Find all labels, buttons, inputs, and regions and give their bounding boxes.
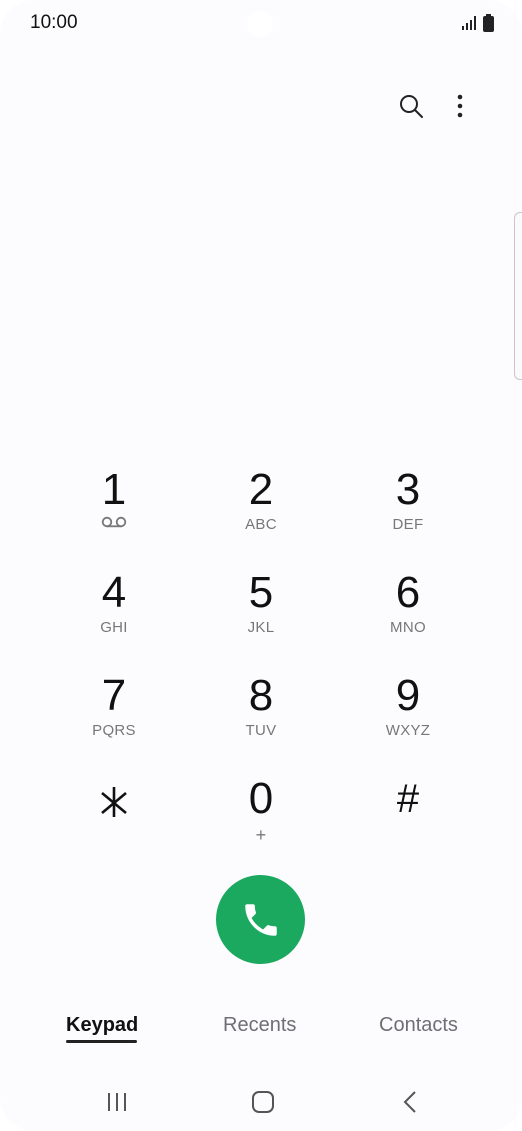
key-9[interactable]: 9 WXYZ xyxy=(348,672,468,768)
tab-keypad[interactable]: Keypad xyxy=(66,1014,138,1037)
more-vertical-icon xyxy=(457,94,463,118)
key-digit: 2 xyxy=(248,465,274,514)
asterisk-icon xyxy=(101,787,127,817)
active-tab-indicator xyxy=(66,1040,137,1043)
more-options-button[interactable] xyxy=(438,84,482,128)
search-button[interactable] xyxy=(389,84,433,128)
key-3[interactable]: 3 DEF xyxy=(348,466,468,562)
signal-icon xyxy=(462,16,476,30)
key-1[interactable]: 1 xyxy=(54,466,174,562)
home-icon xyxy=(252,1091,274,1113)
key-digit: 4 xyxy=(101,568,127,617)
key-letters: DEF xyxy=(392,516,424,533)
key-star[interactable] xyxy=(54,775,174,871)
key-letters: PQRS xyxy=(92,722,136,739)
key-digit: 7 xyxy=(101,671,127,720)
tab-recents[interactable]: Recents xyxy=(223,1014,296,1037)
key-letters: ABC xyxy=(245,516,277,533)
recent-apps-button[interactable] xyxy=(97,1088,137,1116)
home-button[interactable] xyxy=(243,1088,283,1116)
key-digit: 5 xyxy=(248,568,274,617)
key-2[interactable]: 2 ABC xyxy=(201,466,321,562)
voicemail-icon xyxy=(101,516,127,528)
key-letters: GHI xyxy=(100,619,128,636)
edge-panel-handle[interactable] xyxy=(514,212,522,380)
key-letters: JKL xyxy=(247,619,275,636)
navigation-bar xyxy=(0,1070,522,1131)
key-7[interactable]: 7 PQRS xyxy=(54,672,174,768)
tab-contacts[interactable]: Contacts xyxy=(379,1014,458,1037)
key-digit: 8 xyxy=(248,671,274,720)
key-digit: 9 xyxy=(395,671,421,720)
status-time: 10:00 xyxy=(30,12,78,33)
key-6[interactable]: 6 MNO xyxy=(348,569,468,665)
back-icon xyxy=(403,1091,416,1113)
search-icon xyxy=(400,95,423,118)
key-letters: MNO xyxy=(390,619,426,636)
key-digit: 6 xyxy=(395,568,421,617)
back-button[interactable] xyxy=(390,1088,430,1116)
top-actions xyxy=(382,84,522,128)
key-digit: # xyxy=(396,777,420,821)
key-5[interactable]: 5 JKL xyxy=(201,569,321,665)
key-letters: TUV xyxy=(245,722,277,739)
key-4[interactable]: 4 GHI xyxy=(54,569,174,665)
call-button[interactable] xyxy=(216,875,305,964)
key-letters: WXYZ xyxy=(385,722,431,739)
camera-cutout xyxy=(247,11,273,37)
key-0[interactable]: 0 + xyxy=(201,775,321,871)
key-digit: 1 xyxy=(101,465,127,514)
status-bar: 10:00 xyxy=(0,0,522,48)
phone-icon xyxy=(244,903,277,936)
key-8[interactable]: 8 TUV xyxy=(201,672,321,768)
battery-icon xyxy=(483,14,494,32)
recent-apps-icon xyxy=(108,1093,126,1111)
key-hash[interactable]: # xyxy=(348,775,468,871)
key-digit: 0 xyxy=(248,774,274,823)
key-digit: 3 xyxy=(395,465,421,514)
dialer-screen: 10:00 1 2 ABC 3 DEF 4 GHI 5 JKL 6 MNO 7 … xyxy=(0,0,522,1131)
key-plus: + xyxy=(255,825,267,845)
